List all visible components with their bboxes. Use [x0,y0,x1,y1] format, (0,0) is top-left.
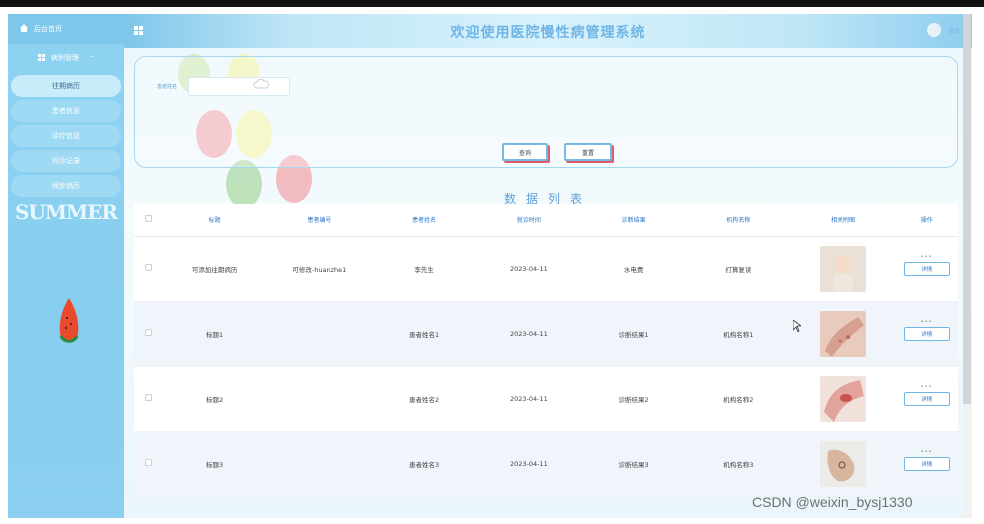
row-select-cell [134,236,163,302]
sidebar-item-patient-info[interactable]: 患者信息 [11,100,121,122]
cell-patient-name: 李先生 [371,236,477,302]
header: 欢迎使用医院慢性病管理系统 退出 [124,14,972,48]
detail-button[interactable]: 详情 [903,449,950,471]
column-header: 机构名称 [685,204,791,237]
main-area: 欢迎使用医院慢性病管理系统 退出 患者姓名 查询 重置 数据列表 标题 患者编号 [124,14,972,518]
column-header: 就诊时间 [476,204,582,237]
sidebar-item-treatment-info[interactable]: 诊疗信息 [11,125,121,147]
cell-title: 标题2 [162,366,267,432]
cell-actions: 详情 [895,301,958,367]
sidebar-home-label: 后台首页 [34,25,62,33]
detail-button[interactable]: 详情 [903,319,950,341]
sidebar-group-label: 病例管理 [50,54,79,62]
row-select-cell [134,431,163,497]
cell-actions: 详情 [895,366,958,432]
cell-visit-time: 2023-04-11 [476,431,582,497]
cell-title: 可添加往期病历 [162,236,267,302]
search-panel: 患者姓名 查询 重置 [134,56,958,168]
row-checkbox[interactable] [144,329,152,336]
cell-org: 机构名称3 [685,431,791,497]
cell-org: 打算复读 [685,236,791,302]
sidebar-item-label: 往期病历 [52,82,80,90]
cell-patient-no: 可修改-huanzhe1 [266,236,372,302]
cloud-icon [253,78,270,91]
table-row: 标题3 患者姓名3 2023-04-11 诊断结果3 机构名称3 详情 [134,431,958,497]
cell-visit-time: 2023-04-11 [476,301,582,367]
cell-visit-time: 2023-04-11 [476,236,582,302]
watermark: CSDN @weixin_bysj1330 [752,494,913,510]
detail-button[interactable]: 详情 [903,254,950,276]
home-icon [20,24,28,34]
attachment-thumbnail[interactable] [820,440,867,487]
table-row: 可添加往期病历 可修改-huanzhe1 李先生 2023-04-11 水电费 … [134,236,958,302]
column-header: 诊断结果 [581,204,686,237]
cell-patient-no [266,301,372,367]
attachment-thumbnail[interactable] [820,310,867,357]
cell-actions: 详情 [895,431,958,497]
select-all-checkbox[interactable] [144,215,152,223]
column-header: 相关附图 [790,204,896,237]
column-header: 标题 [162,204,267,237]
row-select-cell [134,366,163,432]
cell-patient-no [266,431,372,497]
table-row: 标题2 患者姓名2 2023-04-11 诊断结果2 机构名称2 详情 [134,366,958,432]
cell-actions: 详情 [895,236,958,302]
cell-patient-name: 患者姓名1 [371,301,477,367]
search-label: 患者姓名 [157,84,178,90]
cell-title: 标题1 [162,301,267,367]
row-checkbox[interactable] [144,394,152,401]
data-table: 标题 患者编号 患者姓名 就诊时间 诊断结果 机构名称 相关附图 操作 可添加往… [134,204,958,497]
cell-diagnosis: 诊断结果3 [581,431,686,497]
sidebar-item-label: 患者信息 [52,107,80,115]
cell-title: 标题3 [162,431,267,497]
row-checkbox[interactable] [144,459,152,466]
user-icon[interactable] [926,22,942,38]
cell-org: 机构名称1 [685,301,791,367]
column-header: 患者编号 [266,204,372,237]
row-select-cell [134,301,163,367]
sidebar-item-label: 同步病历 [52,182,80,190]
attachment-thumbnail[interactable] [820,245,867,292]
column-header: 患者姓名 [371,204,477,237]
mouse-cursor-icon [792,319,803,334]
detail-button[interactable]: 详情 [903,384,950,406]
cell-image [790,366,896,432]
sidebar-home[interactable]: 后台首页 [8,14,124,44]
column-header: 操作 [895,204,958,237]
cell-image [790,236,896,302]
row-checkbox[interactable] [144,264,152,271]
attachment-thumbnail[interactable] [820,375,867,422]
grid-small-icon [37,53,45,63]
window-top-bar [0,0,984,7]
sidebar-item-past-records[interactable]: 往期病历 [11,75,121,97]
watermelon-illustration [58,298,80,346]
sidebar-item-consult-records[interactable]: 问诊记录 [11,150,121,172]
cell-org: 机构名称2 [685,366,791,432]
sidebar-decor-text: SUMMER [14,200,118,224]
chevron-up-icon: ⌃ [88,54,95,62]
cell-diagnosis: 诊断结果2 [581,366,686,432]
cell-patient-name: 患者姓名2 [371,366,477,432]
sidebar-item-sync-records[interactable]: 同步病历 [11,175,121,197]
page-title: 欢迎使用医院慢性病管理系统 [450,25,646,41]
cell-image [790,431,896,497]
table-row: 标题1 患者姓名1 2023-04-11 诊断结果1 机构名称1 详情 [134,301,958,367]
query-button[interactable]: 查询 [502,143,548,161]
cell-patient-name: 患者姓名3 [371,431,477,497]
patient-name-input[interactable] [188,77,290,96]
select-all-cell [134,204,163,237]
cell-patient-no [266,366,372,432]
cell-diagnosis: 水电费 [581,236,686,302]
reset-button[interactable]: 重置 [564,143,612,161]
sidebar-item-label: 问诊记录 [52,157,80,165]
cell-diagnosis: 诊断结果1 [581,301,686,367]
sidebar-item-label: 诊疗信息 [52,132,80,140]
logout-link[interactable]: 退出 [948,26,960,35]
cell-image [790,301,896,367]
cell-visit-time: 2023-04-11 [476,366,582,432]
sidebar: 后台首页 病例管理 ⌃ 往期病历 患者信息 诊疗信息 问诊记录 同步病历 SUM… [8,14,124,518]
scrollbar-thumb[interactable] [963,14,971,404]
sidebar-group[interactable]: 病例管理 ⌃ [8,44,124,72]
